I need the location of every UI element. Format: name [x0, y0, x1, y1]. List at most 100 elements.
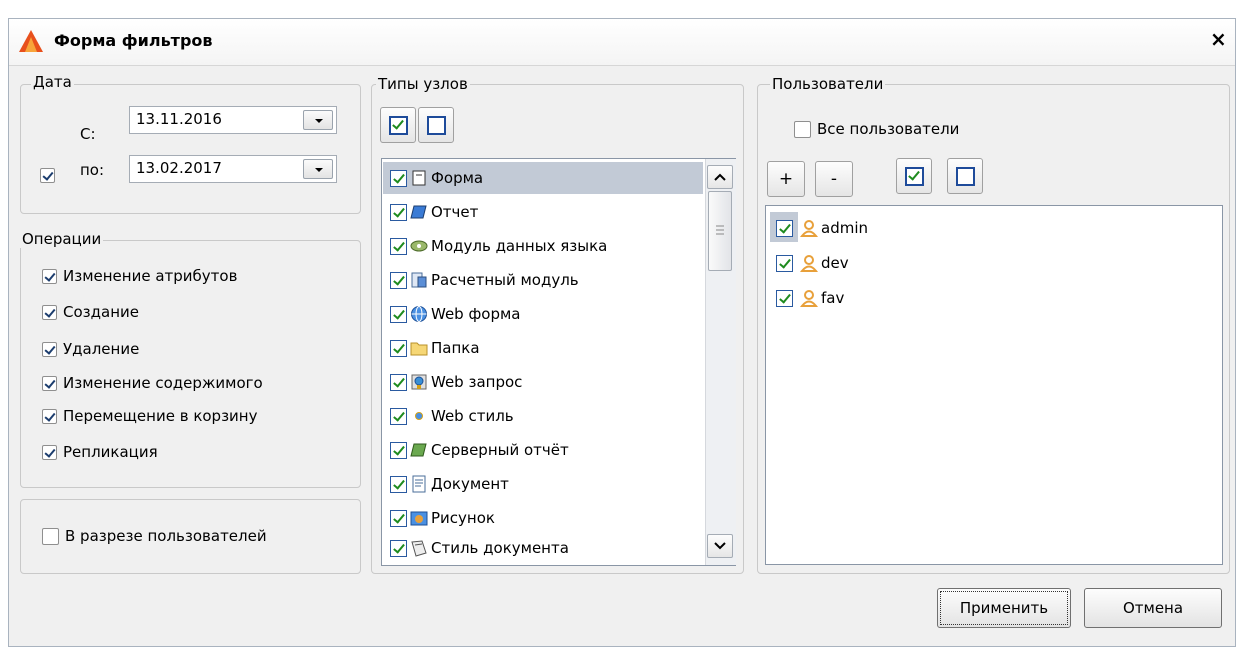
deselect-all-users-button[interactable] [947, 158, 983, 194]
node-type-checkbox[interactable] [390, 441, 407, 459]
user-checkbox[interactable] [776, 289, 793, 307]
scroll-thumb[interactable] [708, 191, 732, 271]
operation-item[interactable]: Создание [42, 303, 139, 321]
node-type-label: Web запрос [431, 373, 523, 391]
user-item[interactable]: dev [776, 248, 849, 278]
users-list: admin dev fav [765, 205, 1223, 565]
date-to-label: по: [80, 161, 105, 179]
node-type-checkbox[interactable] [390, 339, 407, 357]
by-users-checkbox[interactable] [42, 527, 59, 545]
operation-item[interactable]: Изменение атрибутов [42, 267, 237, 285]
date-to-checkbox[interactable] [40, 168, 55, 183]
date-to-value: 13.02.2017 [136, 159, 222, 177]
user-item[interactable]: fav [776, 283, 844, 313]
report-icon [410, 205, 427, 219]
operation-label: Изменение атрибутов [63, 267, 238, 285]
date-from-dropdown-button[interactable] [303, 110, 333, 130]
date-from-value: 13.11.2016 [136, 110, 222, 128]
node-type-checkbox[interactable] [390, 407, 407, 425]
chevron-up-icon [714, 173, 726, 181]
node-type-checkbox[interactable] [390, 169, 407, 187]
operation-checkbox[interactable] [42, 408, 57, 424]
scroll-down-button[interactable] [707, 534, 733, 558]
user-name: dev [821, 254, 849, 272]
node-type-item[interactable]: Документ [390, 469, 509, 499]
date-group [20, 84, 361, 214]
operation-checkbox[interactable] [42, 444, 57, 460]
node-type-checkbox[interactable] [390, 305, 407, 323]
user-checkbox[interactable] [776, 254, 793, 272]
node-type-item[interactable]: Web форма [390, 299, 521, 329]
node-type-label: Отчет [431, 203, 479, 221]
operation-checkbox[interactable] [42, 304, 57, 320]
operation-item[interactable]: Перемещение в корзину [42, 407, 258, 425]
deselect-all-nodes-button[interactable] [418, 107, 454, 143]
server-report-icon [410, 443, 427, 457]
by-users-option[interactable]: В разрезе пользователей [42, 527, 267, 545]
node-type-checkbox[interactable] [390, 509, 407, 527]
node-type-label: Web стиль [431, 407, 514, 425]
select-all-nodes-button[interactable] [380, 107, 416, 143]
scroll-up-button[interactable] [707, 165, 733, 189]
node-type-checkbox[interactable] [390, 271, 407, 289]
date-to-combo[interactable]: 13.02.2017 [129, 155, 337, 183]
node-type-item[interactable]: Расчетный модуль [390, 265, 579, 295]
language-module-icon [410, 240, 428, 252]
operation-checkbox[interactable] [42, 375, 57, 391]
apply-button[interactable]: Применить [937, 588, 1071, 628]
operation-item[interactable]: Удаление [42, 340, 139, 358]
remove-user-button[interactable]: - [815, 161, 853, 197]
node-type-label: Рисунок [431, 509, 495, 527]
node-type-checkbox[interactable] [390, 539, 407, 557]
calc-module-icon [411, 272, 427, 288]
node-type-item[interactable]: Серверный отчёт [390, 435, 569, 465]
all-users-checkbox[interactable] [794, 120, 811, 138]
node-type-label: Документ [431, 475, 509, 493]
operations-legend: Операции [20, 230, 104, 248]
node-type-checkbox[interactable] [390, 237, 407, 255]
date-from-combo[interactable]: 13.11.2016 [129, 106, 337, 134]
document-icon [412, 475, 426, 493]
node-type-item[interactable]: Папка [390, 333, 480, 363]
node-type-item[interactable]: Web запрос [390, 367, 522, 397]
user-icon [800, 290, 818, 307]
node-type-item[interactable]: Форма [390, 163, 483, 193]
node-type-item[interactable]: Отчет [390, 197, 478, 227]
operation-checkbox[interactable] [42, 341, 57, 357]
folder-icon [410, 342, 428, 356]
user-name: fav [821, 289, 845, 307]
select-all-users-button[interactable] [896, 158, 932, 194]
node-type-label: Папка [431, 339, 480, 357]
web-request-icon [411, 374, 427, 390]
date-group-legend: Дата [31, 73, 74, 91]
add-user-button[interactable]: + [767, 161, 805, 197]
window-title: Форма фильтров [54, 31, 213, 50]
chevron-down-icon [714, 542, 726, 550]
app-logo-icon [19, 30, 43, 52]
node-type-item[interactable]: Web стиль [390, 401, 514, 431]
node-type-checkbox[interactable] [390, 475, 407, 493]
node-type-item[interactable]: Стиль документа [390, 533, 569, 563]
node-type-label: Web форма [431, 305, 521, 323]
user-checkbox[interactable] [776, 219, 793, 237]
operation-label: Репликация [63, 443, 158, 461]
user-item[interactable]: admin [776, 213, 868, 243]
all-users-label: Все пользователи [817, 120, 960, 138]
users-legend: Пользователи [770, 75, 886, 93]
node-types-scrollbar[interactable] [705, 159, 736, 565]
operation-label: Создание [63, 303, 139, 321]
close-button[interactable]: × [1210, 27, 1227, 51]
grip-icon [716, 225, 724, 235]
all-users-option[interactable]: Все пользователи [794, 120, 959, 138]
operation-item[interactable]: Репликация [42, 443, 158, 461]
node-type-checkbox[interactable] [390, 373, 407, 391]
date-to-dropdown-button[interactable] [303, 159, 333, 179]
web-form-icon [411, 306, 427, 322]
node-type-label: Серверный отчёт [431, 441, 569, 459]
node-type-checkbox[interactable] [390, 203, 407, 221]
operation-checkbox[interactable] [42, 268, 57, 284]
node-type-item[interactable]: Рисунок [390, 503, 495, 533]
node-type-item[interactable]: Модуль данных языка [390, 231, 607, 261]
operation-item[interactable]: Изменение содержимого [42, 374, 263, 392]
cancel-button[interactable]: Отмена [1084, 588, 1222, 628]
